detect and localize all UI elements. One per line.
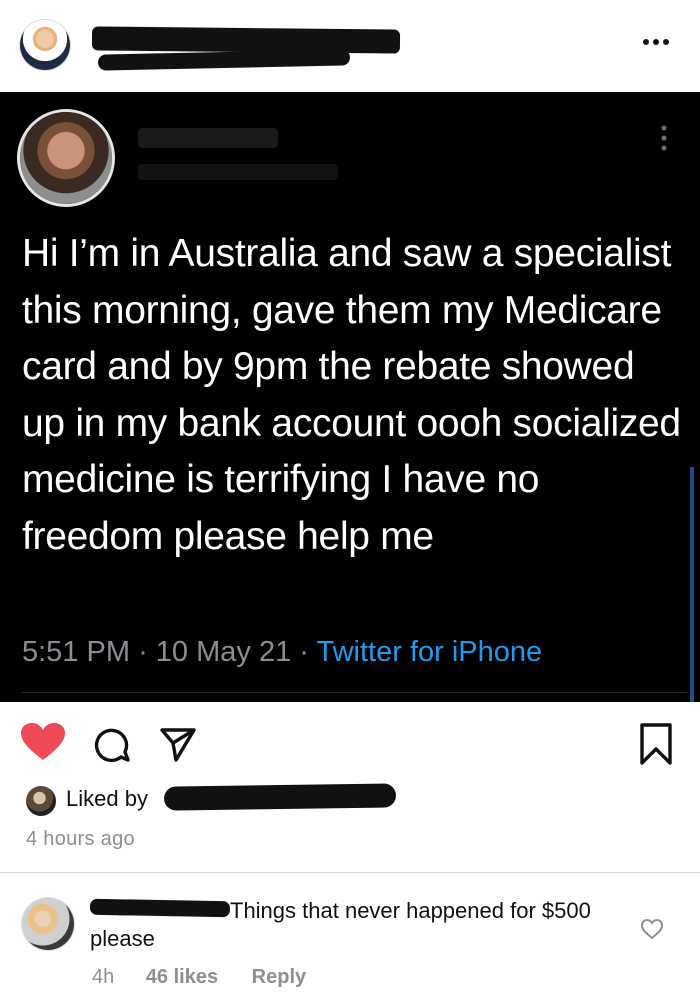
reply-button[interactable]: Reply [252, 966, 306, 989]
heart-outline-icon [640, 918, 664, 940]
share-icon [160, 728, 196, 762]
redacted-username [91, 26, 401, 54]
tweet-meta: 5:51 PM · 10 May 21 · Twitter for iPhone [22, 636, 692, 669]
share-button[interactable] [158, 724, 198, 764]
tweet-source: Twitter for iPhone [316, 636, 543, 668]
heart-icon [21, 723, 65, 760]
liker-avatar[interactable] [26, 786, 56, 816]
comment-icon [94, 728, 130, 763]
redacted-tweet-author-name [138, 128, 278, 148]
liked-by-text[interactable]: Liked by [66, 786, 148, 812]
comment-like-button[interactable] [640, 918, 664, 940]
post-timestamp: 4 hours ago [26, 828, 135, 850]
commenter-avatar[interactable] [22, 898, 74, 950]
tweet-author-avatar [20, 112, 112, 204]
tweet-divider [22, 692, 687, 693]
tweet-date: 10 May 21 [155, 636, 292, 668]
tweet-screenshot: Hi I’m in Australia and saw a specialist… [0, 92, 700, 702]
liked-by-prefix: Liked by [66, 786, 148, 811]
comment-time: 4h [92, 966, 115, 988]
poster-avatar[interactable] [20, 20, 70, 70]
redacted-likers [163, 783, 397, 811]
tweet-meta-separator: · [138, 636, 148, 668]
divider [0, 872, 700, 873]
tweet-meta-separator: · [299, 636, 309, 668]
comment-likes[interactable]: 46 likes [146, 966, 218, 989]
redacted-tweet-handle [138, 164, 338, 180]
like-button[interactable] [20, 722, 66, 762]
bookmark-icon [640, 723, 672, 765]
redacted-commenter-name [89, 898, 231, 918]
comment-button[interactable] [92, 724, 132, 764]
screenshot-edge-artifact [690, 467, 694, 702]
save-button[interactable] [636, 722, 676, 766]
tweet-time: 5:51 PM [22, 636, 130, 668]
more-options-icon[interactable] [636, 30, 676, 54]
comment-meta: 4h 46 likes Reply [92, 966, 306, 989]
tweet-text: Hi I’m in Australia and saw a specialist… [22, 232, 681, 558]
tweet-more-icon [656, 122, 672, 154]
